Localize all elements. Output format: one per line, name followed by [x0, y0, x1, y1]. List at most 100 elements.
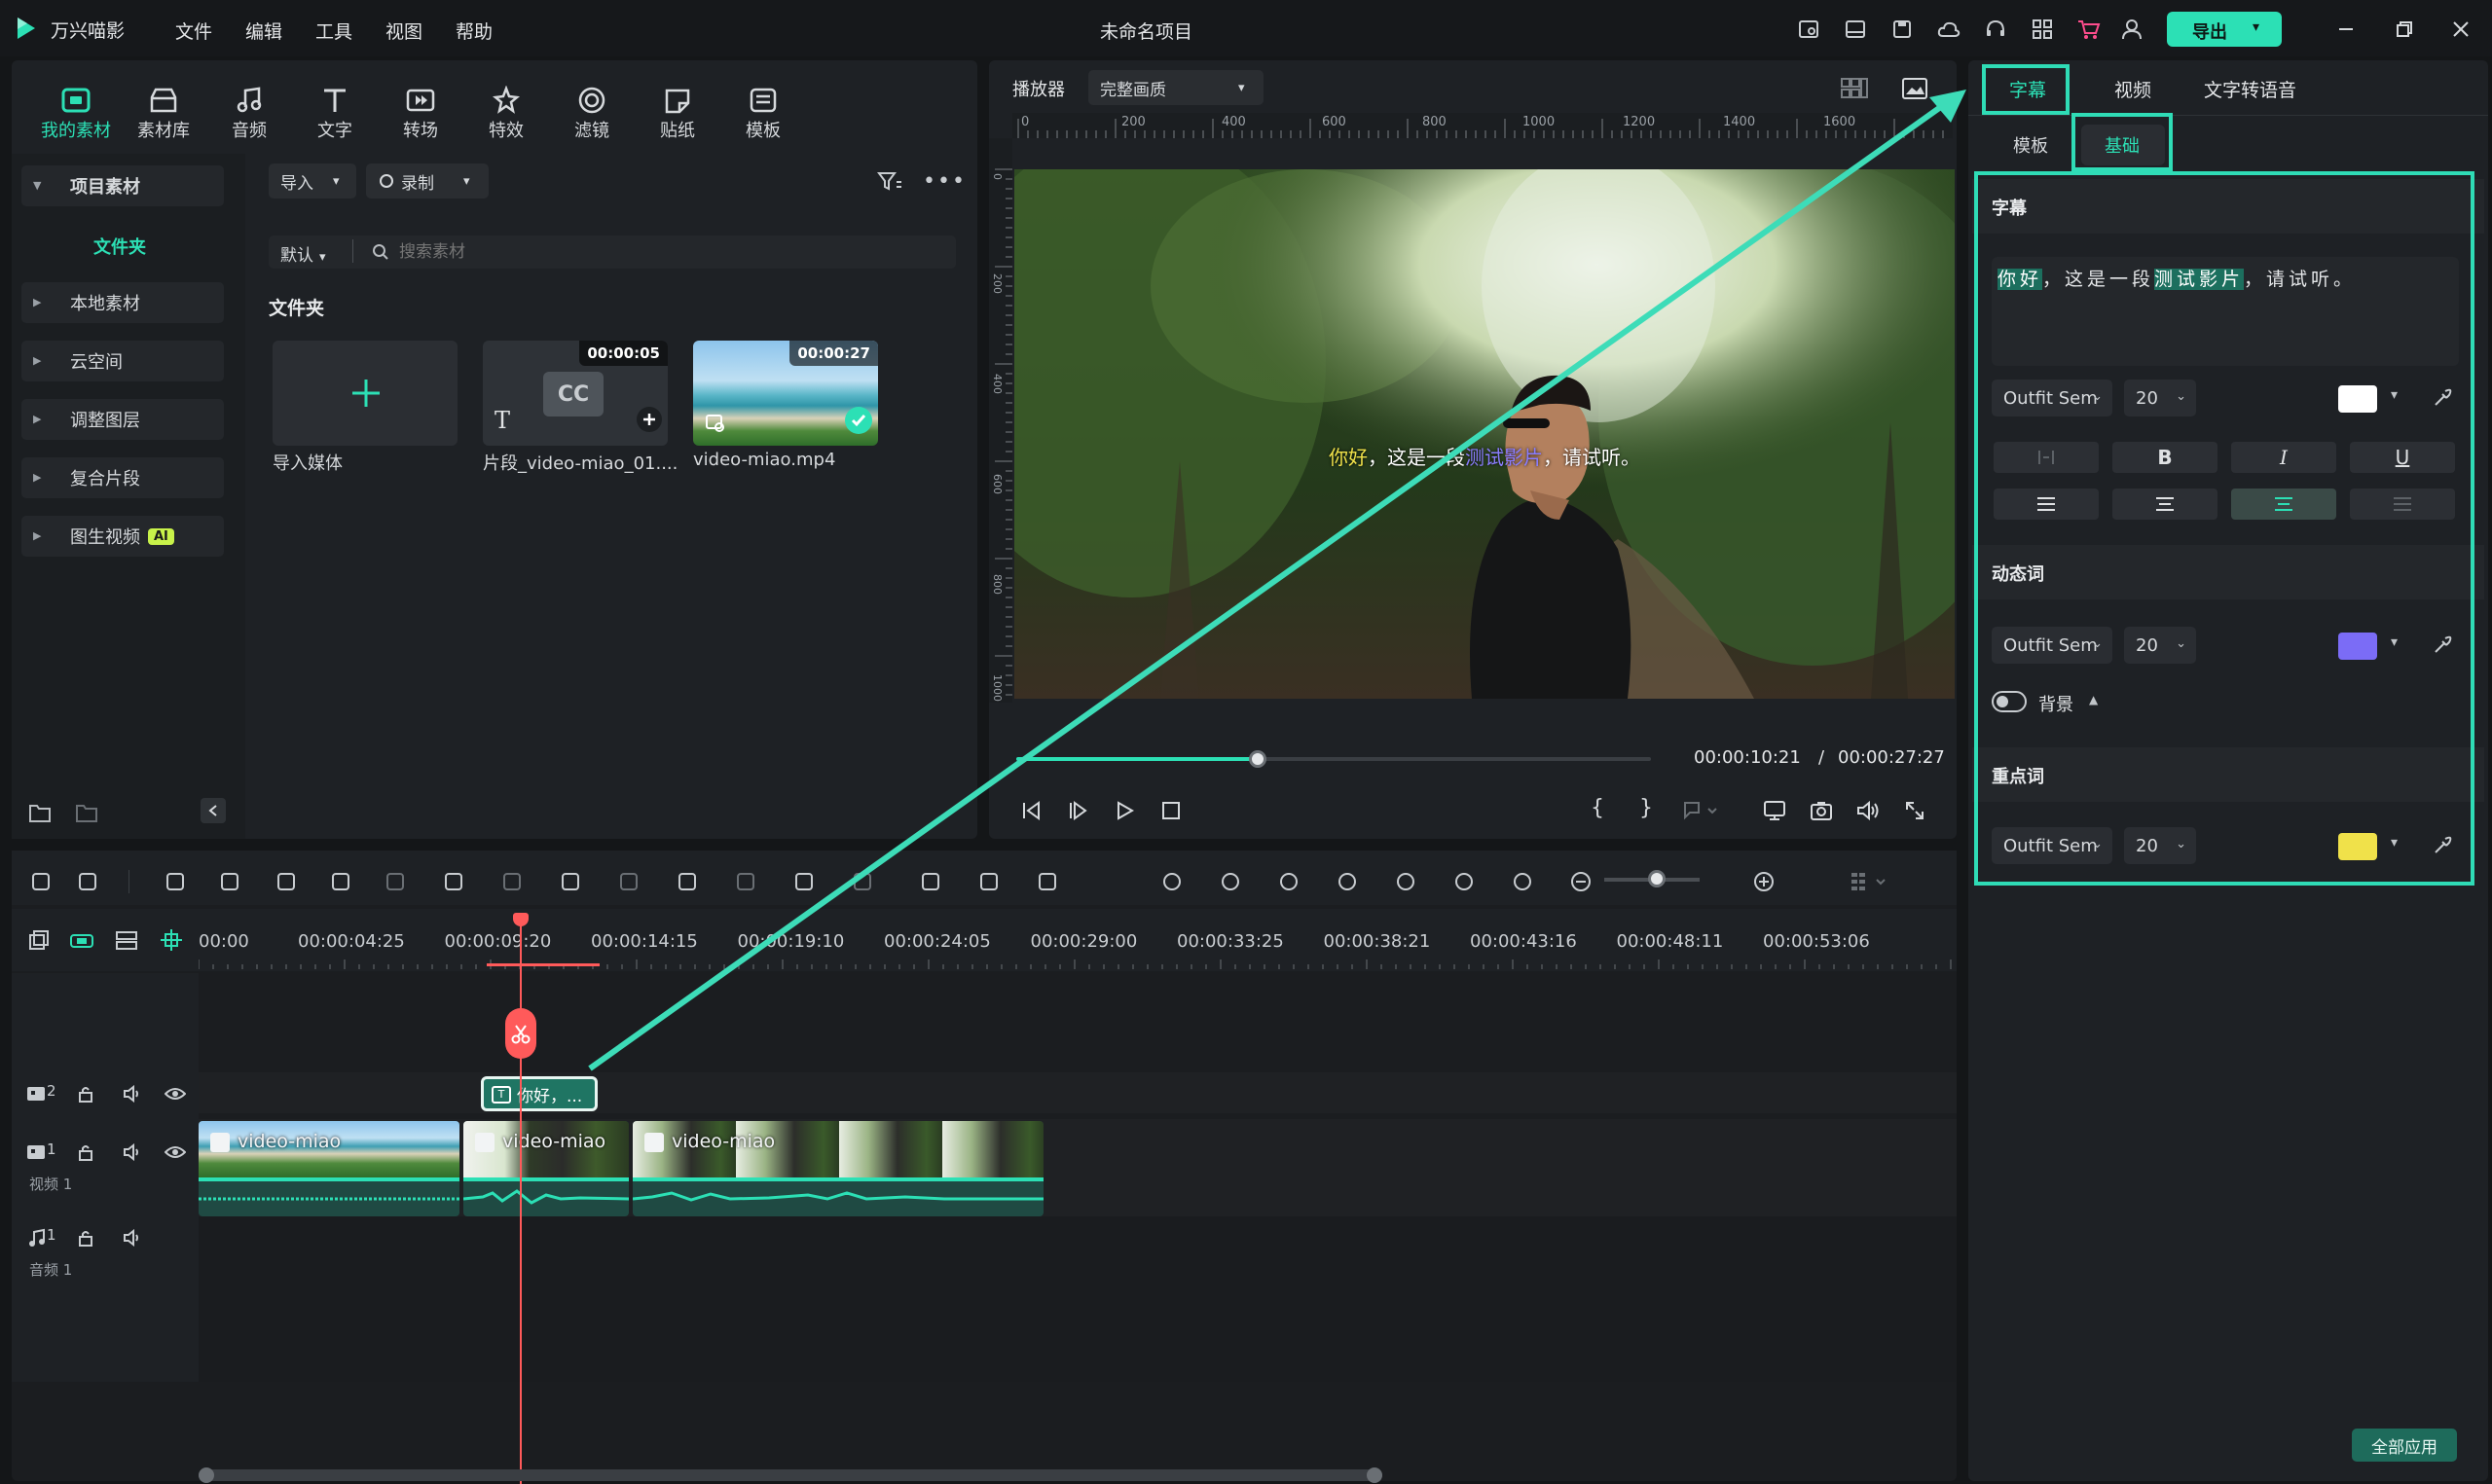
snapshot-view-icon[interactable] [1898, 72, 1931, 105]
marker-icon[interactable] [1269, 864, 1308, 899]
minimize-icon[interactable] [2332, 16, 2360, 43]
motion-icon[interactable] [726, 864, 765, 899]
effects-stack-icon[interactable] [785, 864, 824, 899]
split-scissors-icon[interactable] [505, 1008, 536, 1059]
menu-help[interactable]: 帮助 [456, 18, 493, 44]
track-manager-icon[interactable] [111, 924, 142, 956]
support-headset-icon[interactable] [1982, 16, 2009, 43]
tab-stock-media[interactable]: 素材库 [125, 84, 202, 142]
prev-frame-icon[interactable] [1016, 796, 1045, 825]
menu-tools[interactable]: 工具 [315, 18, 352, 44]
playhead-line[interactable] [520, 919, 522, 1484]
tab-template[interactable]: 模板 [724, 84, 802, 142]
eye-visibility-icon[interactable] [162, 1139, 189, 1166]
marker-dropdown-icon[interactable] [1680, 796, 1723, 825]
menu-edit[interactable]: 编辑 [245, 18, 282, 44]
scrollbar-left-handle[interactable] [199, 1467, 214, 1483]
play-backward-icon[interactable] [1063, 796, 1092, 825]
quality-dropdown[interactable]: 完整画质 ▾ [1088, 70, 1264, 105]
playback-progress-handle[interactable] [1248, 750, 1266, 768]
display-settings-icon[interactable] [1760, 796, 1789, 825]
record-dropdown[interactable]: 录制 ▾ [366, 163, 489, 199]
render-preview-icon[interactable] [1211, 864, 1250, 899]
tab-text-to-speech[interactable]: 文字转语音 [2204, 76, 2296, 102]
media-item-subtitle-clip[interactable]: 00:00:05 CC T [483, 341, 668, 446]
tab-filter[interactable]: 滤镜 [553, 84, 631, 142]
select-layout-icon[interactable] [21, 864, 60, 899]
add-track-icon[interactable] [23, 924, 55, 956]
user-account-icon[interactable] [2118, 16, 2145, 43]
mark-in-icon[interactable]: { [1591, 796, 1604, 820]
speed-icon[interactable] [970, 864, 1008, 899]
subtab-template[interactable]: 模板 [2013, 132, 2048, 158]
ai-text-icon[interactable] [668, 864, 707, 899]
more-tools-icon[interactable] [1028, 864, 1067, 899]
grid-view-icon[interactable] [1838, 72, 1871, 105]
tab-text[interactable]: 文字 [296, 84, 374, 142]
speaker-icon[interactable] [119, 1139, 146, 1166]
video-clip[interactable]: video-miao [199, 1121, 459, 1216]
lock-icon[interactable] [72, 1224, 99, 1251]
restore-icon[interactable] [2391, 16, 2418, 43]
sort-dropdown[interactable]: 默认 ▾ [280, 241, 326, 266]
keyframe-icon[interactable] [911, 864, 950, 899]
cloud-upload-icon[interactable] [1935, 16, 1962, 43]
link-clips-icon[interactable] [66, 924, 97, 956]
delete-icon[interactable] [267, 864, 306, 899]
filter-sort-icon[interactable] [874, 165, 905, 197]
video-clip[interactable]: video-miao [463, 1121, 629, 1216]
timeline-horizontal-scrollbar[interactable] [199, 1469, 1382, 1481]
shape-icon[interactable] [551, 864, 590, 899]
apply-all-button[interactable]: 全部应用 [2352, 1429, 2457, 1462]
add-text-icon[interactable] [493, 864, 531, 899]
lock-icon[interactable] [72, 1139, 99, 1166]
sidebar-item-adjustment-layer[interactable]: ▶ 调整图层 [21, 399, 224, 440]
sidebar-item-image-to-video[interactable]: ▶ 图生视频 AI [21, 516, 224, 557]
zoom-out-icon[interactable] [1561, 864, 1600, 899]
tab-video[interactable]: 视频 [2114, 76, 2151, 102]
audio-mixer-icon[interactable] [1386, 864, 1425, 899]
play-icon[interactable] [1110, 796, 1139, 825]
media-manager-icon[interactable] [1795, 16, 1822, 43]
close-icon[interactable] [2447, 16, 2474, 43]
cart-icon[interactable] [2075, 16, 2103, 43]
scrollbar-right-handle[interactable] [1367, 1467, 1382, 1483]
layout-icon[interactable] [1842, 16, 1869, 43]
redo-icon[interactable] [210, 864, 249, 899]
sidebar-item-local-media[interactable]: ▶ 本地素材 [21, 282, 224, 323]
pointer-select-icon[interactable] [68, 864, 107, 899]
sidebar-item-folder[interactable]: 文件夹 [93, 234, 146, 259]
media-item-video[interactable]: 00:00:27 [693, 341, 878, 446]
add-to-timeline-icon[interactable] [637, 407, 662, 432]
timeline-ruler[interactable] [199, 959, 1957, 969]
collapse-sidebar-icon[interactable] [201, 798, 226, 823]
record-voice-icon[interactable] [1153, 864, 1191, 899]
folder-icon[interactable] [72, 798, 101, 827]
tab-audio[interactable]: 音频 [210, 84, 288, 142]
new-folder-icon[interactable] [25, 798, 55, 827]
video-clip[interactable]: video-miao [633, 1121, 1044, 1216]
speaker-icon[interactable] [119, 1224, 146, 1251]
zoom-slider-handle[interactable] [1647, 870, 1666, 887]
sidebar-item-project-media[interactable]: ▼ 项目素材 [21, 165, 224, 206]
magnet-snap-icon[interactable] [156, 924, 187, 956]
export-button[interactable]: 导出 ▾ [2167, 12, 2282, 47]
tab-my-media[interactable]: 我的素材 [37, 84, 115, 142]
cut-icon[interactable] [321, 864, 360, 899]
track-settings-icon[interactable] [1445, 864, 1484, 899]
speaker-icon[interactable] [119, 1080, 146, 1107]
lock-icon[interactable] [72, 1080, 99, 1107]
mark-out-icon[interactable]: } [1639, 796, 1653, 820]
eye-visibility-icon[interactable] [162, 1080, 189, 1107]
undo-icon[interactable] [156, 864, 195, 899]
layout-grid-icon[interactable] [1850, 864, 1888, 899]
tab-transition[interactable]: 转场 [382, 84, 459, 142]
subtitle-clip[interactable]: T 你好，... [481, 1076, 598, 1111]
zoom-in-icon[interactable] [1744, 864, 1783, 899]
volume-icon[interactable] [1853, 796, 1883, 825]
microphone-icon[interactable] [1328, 864, 1367, 899]
menu-view[interactable]: 视图 [385, 18, 422, 44]
stabilize-icon[interactable] [843, 864, 882, 899]
tab-effects[interactable]: 特效 [467, 84, 545, 142]
save-icon[interactable] [1888, 16, 1916, 43]
